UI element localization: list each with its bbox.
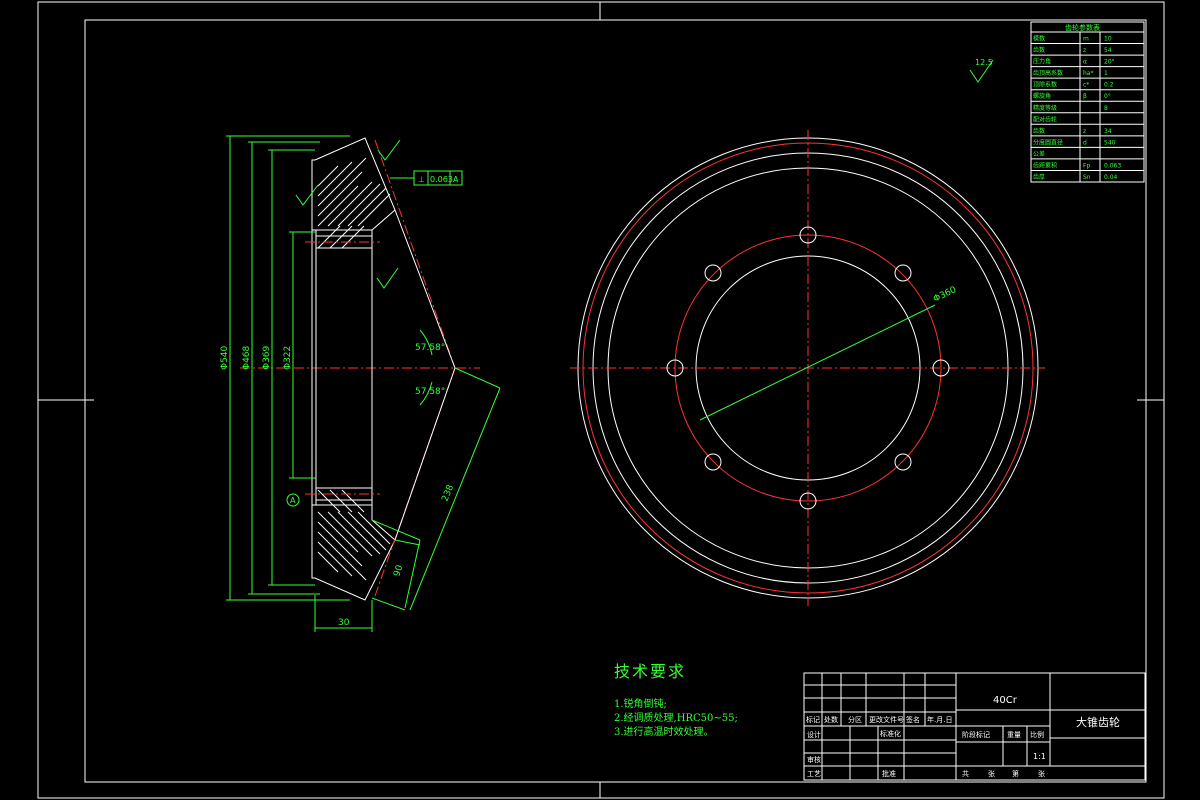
title-col-label-5: 年.月.日 — [927, 715, 952, 724]
ratio-label: 比例 — [1030, 730, 1044, 739]
title-col-label-1: 处数 — [824, 715, 838, 724]
dim-width-30: 30 — [338, 618, 350, 628]
param-cell-7-0: 配对齿轮 — [1033, 115, 1057, 123]
tolerance-value: 0.063 — [430, 175, 453, 184]
param-cell-0-1: m — [1083, 36, 1089, 43]
dim-phi540: Φ540 — [220, 345, 230, 370]
hatch-bottom — [317, 489, 391, 581]
sheet-border-outer — [37, 1, 1165, 799]
param-cell-8-0: 齿数 — [1033, 127, 1045, 135]
param-table-title: 齿轮参数表 — [1065, 23, 1100, 32]
param-cell-5-2: 0° — [1104, 93, 1111, 100]
param-cell-2-1: α — [1083, 59, 1087, 66]
dim-phi369: Φ369 — [262, 345, 272, 370]
title-col-label-3: 更改文件号 — [869, 715, 904, 724]
title-col-label-2: 分区 — [848, 715, 862, 724]
param-cell-5-0: 螺旋角 — [1033, 92, 1051, 100]
dim-phi322: Φ322 — [283, 346, 293, 370]
sheet-label-1: 张 — [988, 769, 995, 778]
tech-req-item-2: 2.经调质处理,HRC50~55; — [614, 713, 738, 724]
param-cell-8-1: z — [1083, 128, 1086, 135]
title-col-label-0: 标记 — [806, 715, 820, 724]
dim-len-90: 90 — [392, 564, 405, 578]
std-label: 标准化 — [880, 729, 901, 738]
param-cell-9-1: d — [1083, 139, 1087, 146]
param-cell-5-1: β — [1083, 93, 1087, 100]
cad-drawing: Φ540 Φ468 Φ369 Φ322 30 90 238 57.58° 57.… — [37, 1, 1165, 799]
param-cell-3-1: ha* — [1083, 70, 1093, 77]
title-block: 40Cr 大锥齿轮 1:1 阶段标记 重量 比例 标准化 批准 标记 处数 分区 更改… — [803, 672, 1146, 781]
param-cell-1-2: 54 — [1104, 47, 1112, 54]
sheet-label-3: 张 — [1038, 769, 1045, 778]
front-view: Φ360 12.5 — [570, 58, 1045, 606]
param-cell-12-2: 0.04 — [1104, 174, 1118, 181]
param-cell-1-0: 齿数 — [1033, 46, 1045, 54]
param-cell-4-2: 0.2 — [1104, 82, 1114, 89]
title-row-label-0: 设计 — [807, 730, 821, 739]
param-cell-6-0: 精度等级 — [1033, 104, 1057, 112]
approve-label: 批准 — [882, 769, 896, 778]
param-cell-9-0: 分度圆直径 — [1033, 138, 1063, 146]
dim-phi468: Φ468 — [242, 345, 252, 370]
section-view: Φ540 Φ468 Φ369 Φ322 30 90 238 57.58° 57.… — [220, 135, 501, 632]
stage-label: 阶段标记 — [962, 730, 990, 739]
param-cell-8-2: 34 — [1104, 128, 1112, 135]
param-cell-2-0: 压力角 — [1033, 58, 1051, 66]
param-cell-6-2: 8 — [1104, 105, 1108, 112]
dim-bolt-circle: Φ360 — [932, 285, 958, 305]
param-cell-4-1: c* — [1083, 82, 1089, 89]
svg-text:⊥: ⊥ — [418, 175, 425, 184]
tech-req-item-3: 3.进行高温时效处理。 — [614, 727, 714, 738]
param-cell-10-0: 公差 — [1033, 150, 1045, 158]
param-cell-1-1: z — [1083, 47, 1086, 54]
title-row-label-1: 审核 — [807, 755, 821, 764]
angle-2: 57.58° — [415, 387, 445, 397]
sheet-label-0: 共 — [962, 769, 969, 778]
dim-len-238: 238 — [441, 483, 457, 503]
param-cell-11-2: 0.063 — [1104, 162, 1121, 169]
scale-value: 1:1 — [1033, 752, 1046, 761]
param-cell-11-1: Fp — [1083, 162, 1090, 169]
svg-text:A: A — [290, 496, 296, 505]
tech-req-item-1: 1.锐角倒钝; — [614, 699, 667, 710]
sheet-label-2: 第 — [1012, 769, 1019, 778]
param-cell-11-0: 齿距累积 — [1033, 161, 1057, 169]
title-row-label-2: 工艺 — [807, 770, 821, 778]
param-cell-2-2: 20° — [1104, 59, 1115, 66]
parameter-table: 齿轮参数表 模数 m 10 齿数 z 54 压力角 α 20° 齿顶高系数 ha* 1 顶隙系数 c* 0.… — [1030, 21, 1145, 183]
part-name: 大锥齿轮 — [1076, 715, 1120, 729]
param-cell-9-2: 540 — [1104, 139, 1116, 146]
param-cell-3-0: 齿顶高系数 — [1033, 69, 1063, 77]
param-cell-0-2: 10 — [1104, 36, 1112, 43]
material-label: 40Cr — [993, 695, 1018, 706]
param-cell-3-2: 1 — [1104, 70, 1108, 77]
weight-label: 重量 — [1007, 731, 1021, 739]
technical-requirements: 技术要求 1.锐角倒钝; 2.经调质处理,HRC50~55; 3.进行高温时效处… — [614, 658, 794, 740]
roughness-note: 12.5 — [975, 58, 993, 67]
param-cell-12-0: 齿厚 — [1033, 173, 1045, 181]
datum-ref: A — [453, 175, 459, 184]
param-cell-4-0: 顶隙系数 — [1033, 81, 1057, 89]
param-cell-12-1: Sn — [1083, 174, 1091, 181]
angle-1: 57.58° — [415, 343, 445, 353]
title-col-label-4: 签名 — [906, 715, 920, 724]
param-cell-0-0: 模数 — [1033, 35, 1045, 43]
tech-req-title: 技术要求 — [614, 662, 687, 681]
